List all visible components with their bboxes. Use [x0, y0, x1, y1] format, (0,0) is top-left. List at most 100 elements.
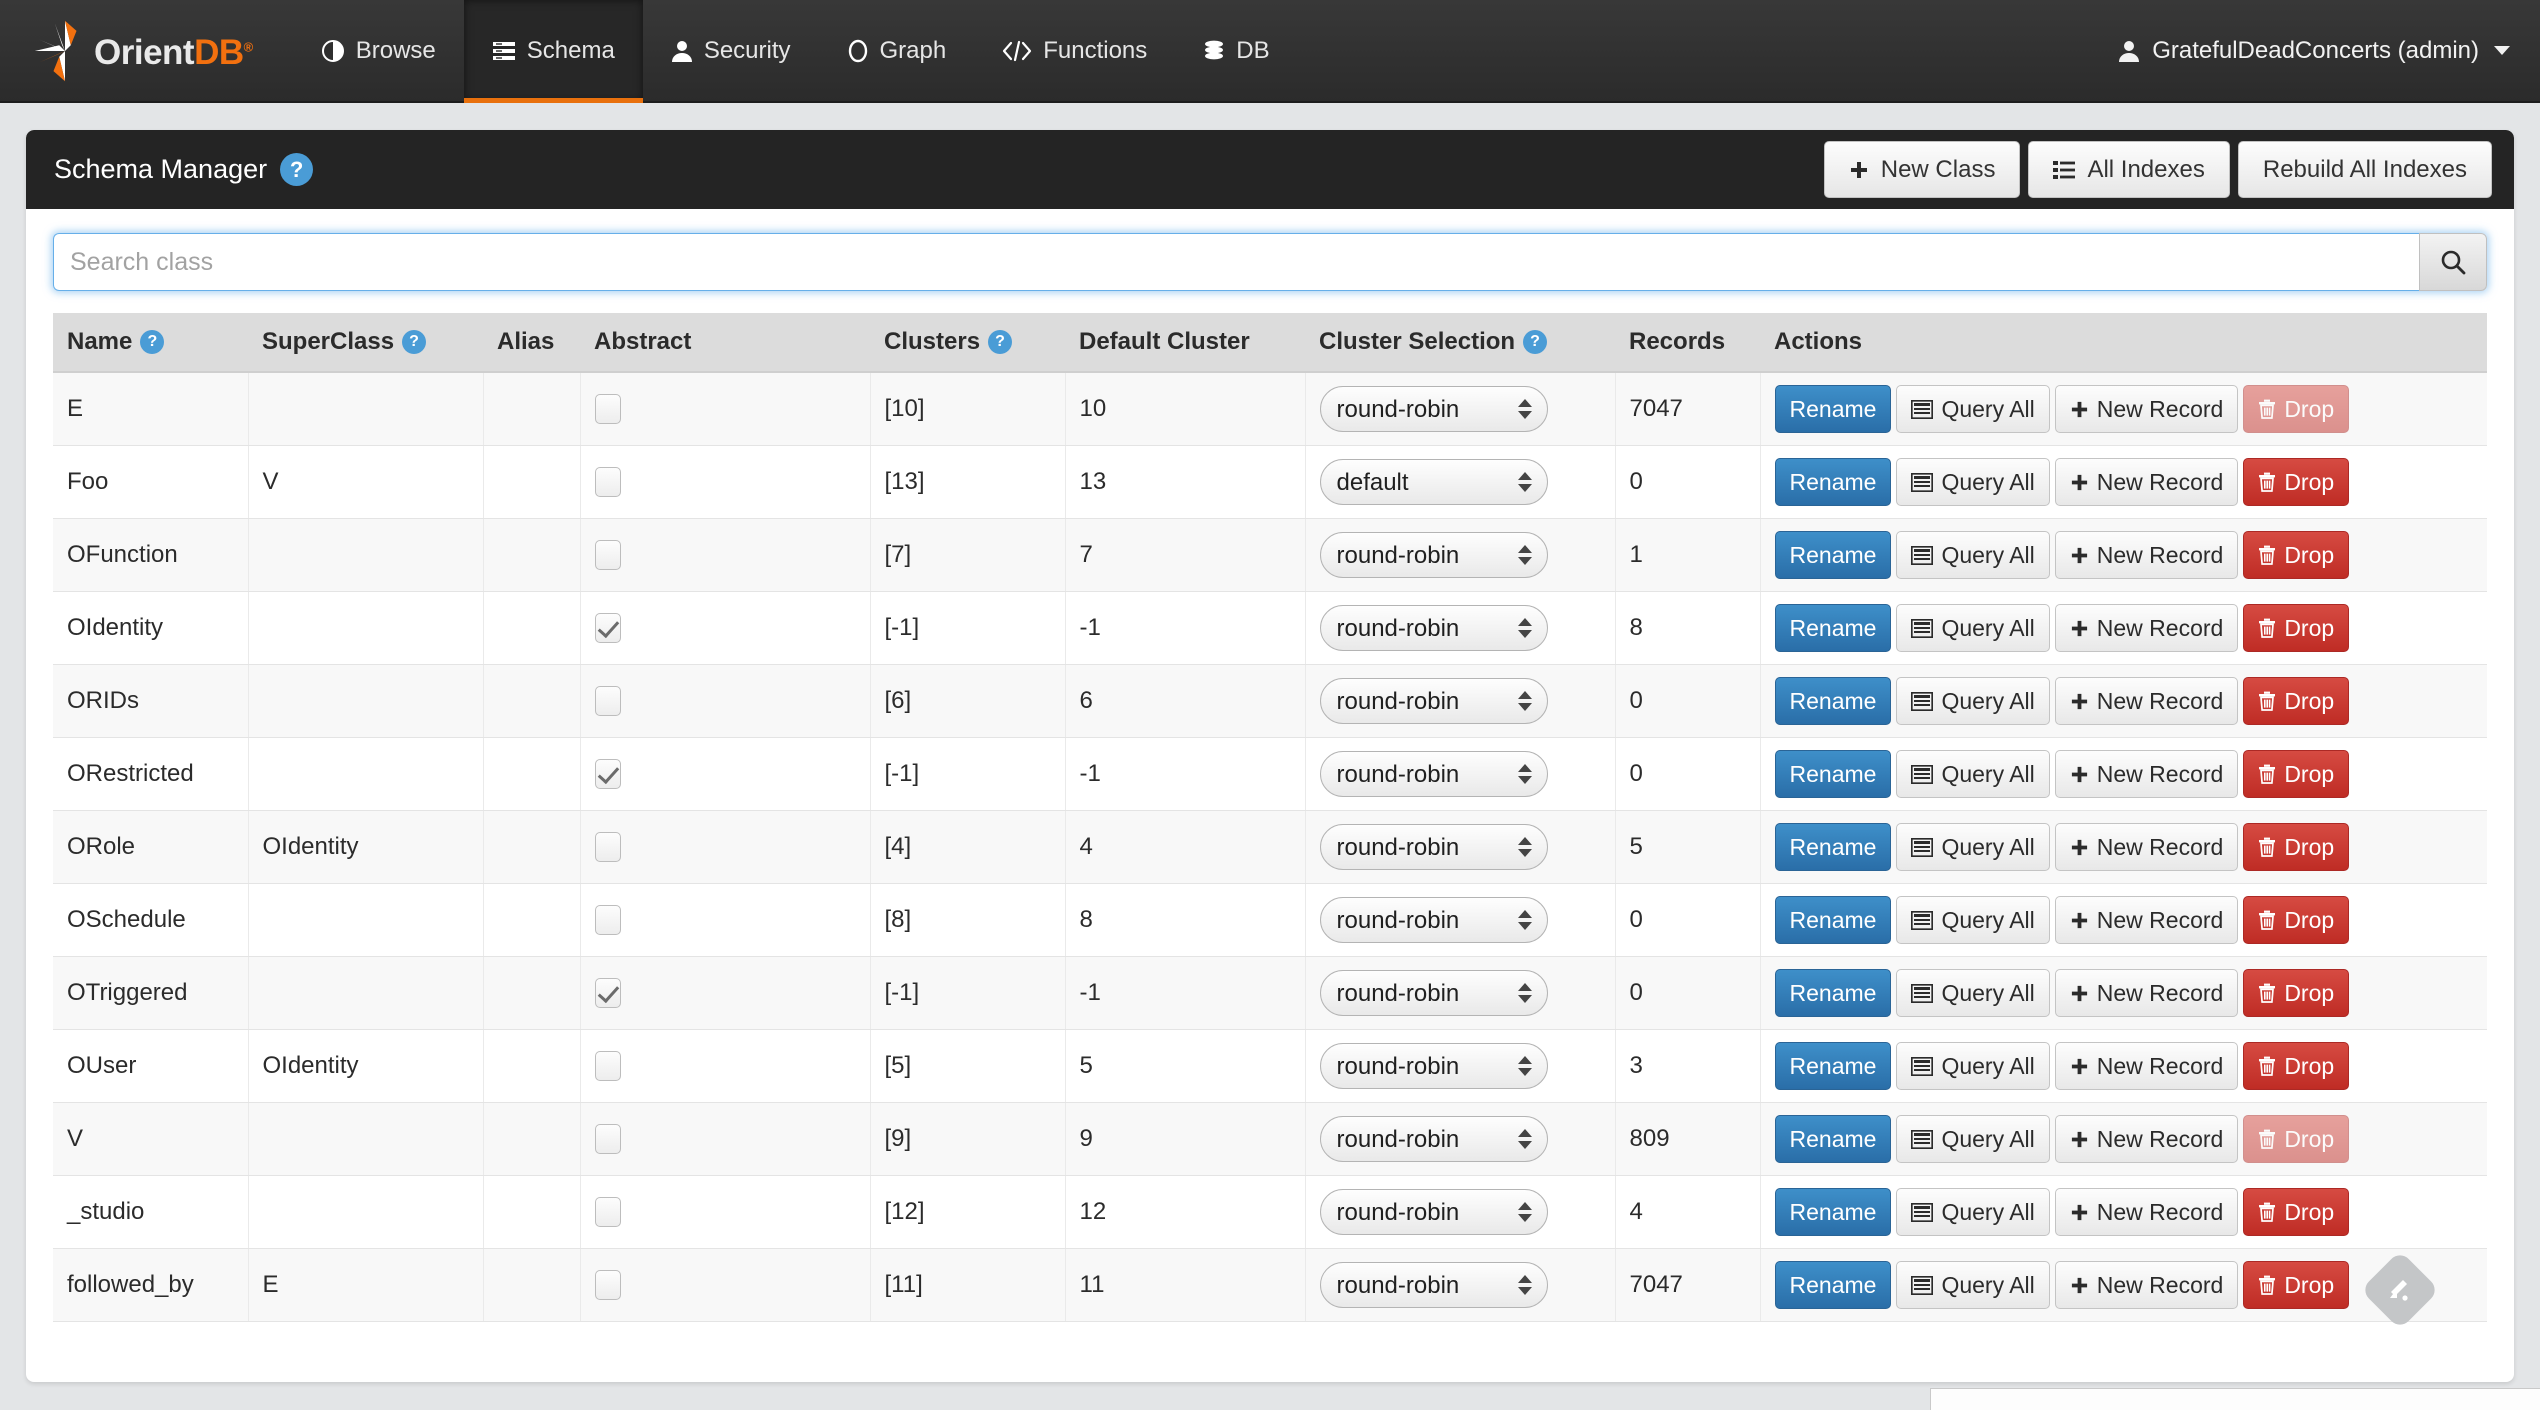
rename-button[interactable]: Rename	[1775, 750, 1892, 798]
cluster-selection-select[interactable]: round-robindefaultbalanced	[1320, 1262, 1548, 1308]
help-icon[interactable]: ?	[140, 330, 164, 354]
rename-button[interactable]: Rename	[1775, 604, 1892, 652]
abstract-checkbox[interactable]	[595, 832, 621, 862]
cluster-selection-select[interactable]: round-robindefaultbalanced	[1320, 386, 1548, 432]
nav-item-security[interactable]: Security	[643, 0, 819, 101]
rename-button[interactable]: Rename	[1775, 823, 1892, 871]
cluster-selection-select[interactable]: round-robindefaultbalanced	[1320, 897, 1548, 943]
rename-button[interactable]: Rename	[1775, 1188, 1892, 1236]
cluster-selection-select[interactable]: round-robindefaultbalanced	[1320, 1116, 1548, 1162]
cluster-selection-select[interactable]: round-robindefaultbalanced	[1320, 751, 1548, 797]
all-indexes-button[interactable]: All Indexes	[2028, 141, 2229, 198]
drop-button[interactable]: Drop	[2243, 604, 2349, 652]
new-record-button[interactable]: New Record	[2055, 604, 2239, 652]
abstract-checkbox[interactable]	[595, 613, 621, 643]
drop-button[interactable]: Drop	[2243, 677, 2349, 725]
rename-button[interactable]: Rename	[1775, 531, 1892, 579]
query-all-button[interactable]: Query All	[1896, 1042, 2049, 1090]
rename-button[interactable]: Rename	[1775, 385, 1892, 433]
rename-button[interactable]: Rename	[1775, 1042, 1892, 1090]
drop-button[interactable]: Drop	[2243, 531, 2349, 579]
new-record-button[interactable]: New Record	[2055, 677, 2239, 725]
column-header-superclass[interactable]: SuperClass?	[248, 313, 483, 372]
abstract-checkbox[interactable]	[595, 686, 621, 716]
query-all-button[interactable]: Query All	[1896, 531, 2049, 579]
rename-button[interactable]: Rename	[1775, 677, 1892, 725]
abstract-checkbox[interactable]	[595, 1197, 621, 1227]
abstract-checkbox[interactable]	[595, 759, 621, 789]
new-record-button[interactable]: New Record	[2055, 896, 2239, 944]
drop-button[interactable]: Drop	[2243, 1188, 2349, 1236]
new-record-button[interactable]: New Record	[2055, 1188, 2239, 1236]
query-all-button[interactable]: Query All	[1896, 969, 2049, 1017]
new-record-button[interactable]: New Record	[2055, 969, 2239, 1017]
drop-button[interactable]: Drop	[2243, 458, 2349, 506]
column-header-records[interactable]: Records	[1615, 313, 1760, 372]
abstract-checkbox[interactable]	[595, 905, 621, 935]
column-header-name[interactable]: Name?	[53, 313, 248, 372]
new-record-button[interactable]: New Record	[2055, 1261, 2239, 1309]
search-input[interactable]	[53, 233, 2419, 291]
abstract-checkbox[interactable]	[595, 394, 621, 424]
nav-item-graph[interactable]: Graph	[819, 0, 975, 101]
query-all-button[interactable]: Query All	[1896, 458, 2049, 506]
column-header-clusters[interactable]: Clusters?	[870, 313, 1065, 372]
new-record-button[interactable]: New Record	[2055, 531, 2239, 579]
user-menu[interactable]: GratefulDeadConcerts (admin)	[2088, 0, 2540, 101]
column-header-abstract[interactable]: Abstract	[580, 313, 870, 372]
drop-button[interactable]: Drop	[2243, 969, 2349, 1017]
rename-button[interactable]: Rename	[1775, 1115, 1892, 1163]
query-all-button[interactable]: Query All	[1896, 750, 2049, 798]
nav-item-browse[interactable]: Browse	[293, 0, 464, 101]
cluster-selection-select[interactable]: round-robindefaultbalanced	[1320, 605, 1548, 651]
new-class-button[interactable]: New Class	[1824, 141, 2021, 198]
help-icon[interactable]: ?	[1523, 330, 1547, 354]
cluster-selection-select[interactable]: round-robindefaultbalanced	[1320, 1189, 1548, 1235]
drop-button[interactable]: Drop	[2243, 896, 2349, 944]
orientdb-logo[interactable]: OrientDB®	[0, 0, 275, 101]
cluster-selection-select[interactable]: round-robindefaultbalanced	[1320, 459, 1548, 505]
cluster-selection-select[interactable]: round-robindefaultbalanced	[1320, 970, 1548, 1016]
query-all-button[interactable]: Query All	[1896, 1188, 2049, 1236]
help-icon[interactable]: ?	[988, 330, 1012, 354]
rename-button[interactable]: Rename	[1775, 896, 1892, 944]
cluster-selection-select[interactable]: round-robindefaultbalanced	[1320, 1043, 1548, 1089]
drop-button[interactable]: Drop	[2243, 750, 2349, 798]
drop-button[interactable]: Drop	[2243, 1261, 2349, 1309]
nav-item-schema[interactable]: Schema	[464, 0, 643, 101]
query-all-button[interactable]: Query All	[1896, 385, 2049, 433]
abstract-checkbox[interactable]	[595, 540, 621, 570]
new-record-button[interactable]: New Record	[2055, 385, 2239, 433]
query-all-button[interactable]: Query All	[1896, 1115, 2049, 1163]
query-all-button[interactable]: Query All	[1896, 1261, 2049, 1309]
rename-button[interactable]: Rename	[1775, 969, 1892, 1017]
new-record-button[interactable]: New Record	[2055, 1042, 2239, 1090]
drop-button[interactable]: Drop	[2243, 823, 2349, 871]
abstract-checkbox[interactable]	[595, 1270, 621, 1300]
rebuild-all-indexes-button[interactable]: Rebuild All Indexes	[2238, 141, 2492, 198]
new-record-button[interactable]: New Record	[2055, 458, 2239, 506]
help-icon[interactable]: ?	[280, 153, 313, 186]
cluster-selection-select[interactable]: round-robindefaultbalanced	[1320, 678, 1548, 724]
abstract-checkbox[interactable]	[595, 1051, 621, 1081]
query-all-button[interactable]: Query All	[1896, 823, 2049, 871]
abstract-checkbox[interactable]	[595, 978, 621, 1008]
new-record-button[interactable]: New Record	[2055, 750, 2239, 798]
query-all-button[interactable]: Query All	[1896, 677, 2049, 725]
search-button[interactable]	[2419, 233, 2487, 291]
cluster-selection-select[interactable]: round-robindefaultbalanced	[1320, 824, 1548, 870]
nav-item-functions[interactable]: Functions	[974, 0, 1175, 101]
column-header-alias[interactable]: Alias	[483, 313, 580, 372]
nav-item-db[interactable]: DB	[1175, 0, 1297, 101]
help-icon[interactable]: ?	[402, 330, 426, 354]
column-header-cluster-selection[interactable]: Cluster Selection?	[1305, 313, 1615, 372]
new-record-button[interactable]: New Record	[2055, 1115, 2239, 1163]
drop-button[interactable]: Drop	[2243, 1042, 2349, 1090]
query-all-button[interactable]: Query All	[1896, 604, 2049, 652]
rename-button[interactable]: Rename	[1775, 1261, 1892, 1309]
rename-button[interactable]: Rename	[1775, 458, 1892, 506]
abstract-checkbox[interactable]	[595, 467, 621, 497]
cluster-selection-select[interactable]: round-robindefaultbalanced	[1320, 532, 1548, 578]
query-all-button[interactable]: Query All	[1896, 896, 2049, 944]
abstract-checkbox[interactable]	[595, 1124, 621, 1154]
